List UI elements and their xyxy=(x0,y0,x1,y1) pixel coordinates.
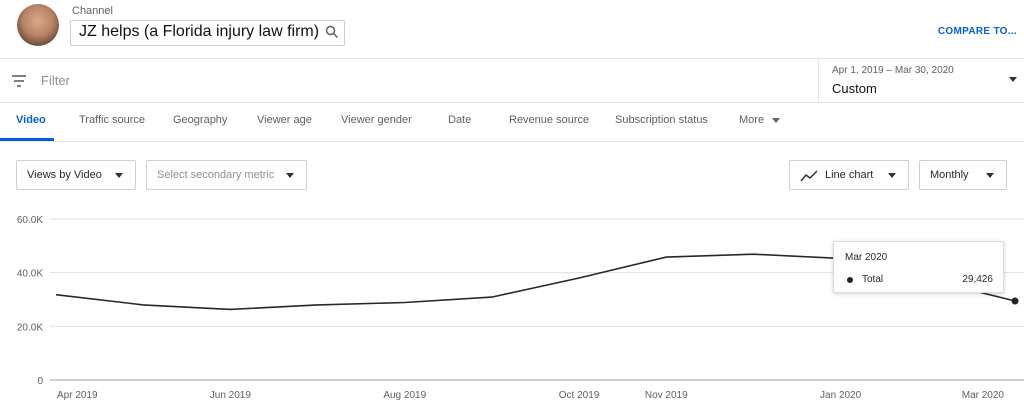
x-tick-label: Oct 2019 xyxy=(559,390,600,401)
data-point[interactable] xyxy=(1011,297,1019,305)
tab-more[interactable]: More xyxy=(739,114,781,126)
x-tick-label: Aug 2019 xyxy=(383,390,426,401)
x-tick-label: Jun 2019 xyxy=(210,390,252,401)
chevron-down-icon xyxy=(986,173,994,178)
secondary-metric-dropdown[interactable]: Select secondary metric xyxy=(146,160,307,190)
tab-geography[interactable]: Geography xyxy=(173,114,227,126)
chart-type-dropdown[interactable]: Line chart xyxy=(789,160,909,190)
chevron-down-icon xyxy=(115,173,123,178)
channel-header: Channel JZ helps (a Florida injury law f… xyxy=(0,0,1024,59)
channel-selector[interactable]: JZ helps (a Florida injury law firm) xyxy=(70,20,345,46)
tooltip-series: Total xyxy=(862,274,884,285)
tab-subscription-status[interactable]: Subscription status xyxy=(615,114,708,126)
tab-date[interactable]: Date xyxy=(448,114,471,126)
tooltip-title: Mar 2020 xyxy=(845,252,888,263)
chevron-down-icon xyxy=(1009,77,1017,82)
channel-name: JZ helps (a Florida injury law firm) xyxy=(79,23,320,40)
chart-type-label: Line chart xyxy=(825,169,874,181)
y-tick-label: 20.0K xyxy=(17,322,43,333)
compare-to-button[interactable]: COMPARE TO... xyxy=(938,26,1017,37)
channel-label: Channel xyxy=(72,5,113,17)
date-preset: Custom xyxy=(832,81,877,96)
x-tick-label: Apr 2019 xyxy=(57,390,98,401)
x-tick-label: Jan 2020 xyxy=(820,390,862,401)
tab-more-label: More xyxy=(739,114,765,126)
date-range-selector[interactable]: Apr 1, 2019 – Mar 30, 2020 Custom xyxy=(818,59,1024,102)
line-chart-icon xyxy=(800,169,818,187)
views-line-chart[interactable]: 0 20.0K 40.0K 60.0K Apr 2019 Jun 2019 Aug 201… xyxy=(0,205,1024,411)
chevron-down-icon xyxy=(888,173,896,178)
chart-tooltip: Mar 2020 Total 29,426 xyxy=(833,241,1004,293)
series-dot-icon xyxy=(847,277,853,283)
filter-input[interactable]: Filter xyxy=(41,73,70,88)
primary-metric-dropdown[interactable]: Views by Video xyxy=(16,160,136,190)
tab-video[interactable]: Video xyxy=(16,114,46,126)
secondary-metric-placeholder: Select secondary metric xyxy=(157,169,275,181)
chevron-down-icon xyxy=(286,173,294,178)
x-tick-label: Mar 2020 xyxy=(962,390,1005,401)
y-tick-label: 40.0K xyxy=(17,269,43,280)
y-tick-label: 0 xyxy=(37,376,43,387)
active-tab-indicator xyxy=(0,138,54,141)
interval-dropdown[interactable]: Monthly xyxy=(919,160,1007,190)
chevron-down-icon xyxy=(772,117,781,123)
tooltip-value: 29,426 xyxy=(962,274,993,285)
primary-metric-label: Views by Video xyxy=(27,169,102,181)
x-tick-label: Nov 2019 xyxy=(645,390,688,401)
tab-traffic-source[interactable]: Traffic source xyxy=(79,114,145,126)
date-range-text: Apr 1, 2019 – Mar 30, 2020 xyxy=(832,65,954,76)
tab-revenue-source[interactable]: Revenue source xyxy=(509,114,589,126)
tab-viewer-gender[interactable]: Viewer gender xyxy=(341,114,412,126)
filter-icon[interactable] xyxy=(12,74,26,92)
channel-avatar[interactable] xyxy=(17,4,59,46)
dimension-tabs: Video Traffic source Geography Viewer ag… xyxy=(0,103,1024,142)
filter-bar: Filter Apr 1, 2019 – Mar 30, 2020 Custom xyxy=(0,59,1024,103)
y-tick-label: 60.0K xyxy=(17,215,43,226)
interval-label: Monthly xyxy=(930,169,969,181)
tab-viewer-age[interactable]: Viewer age xyxy=(257,114,312,126)
search-icon[interactable] xyxy=(325,25,339,44)
